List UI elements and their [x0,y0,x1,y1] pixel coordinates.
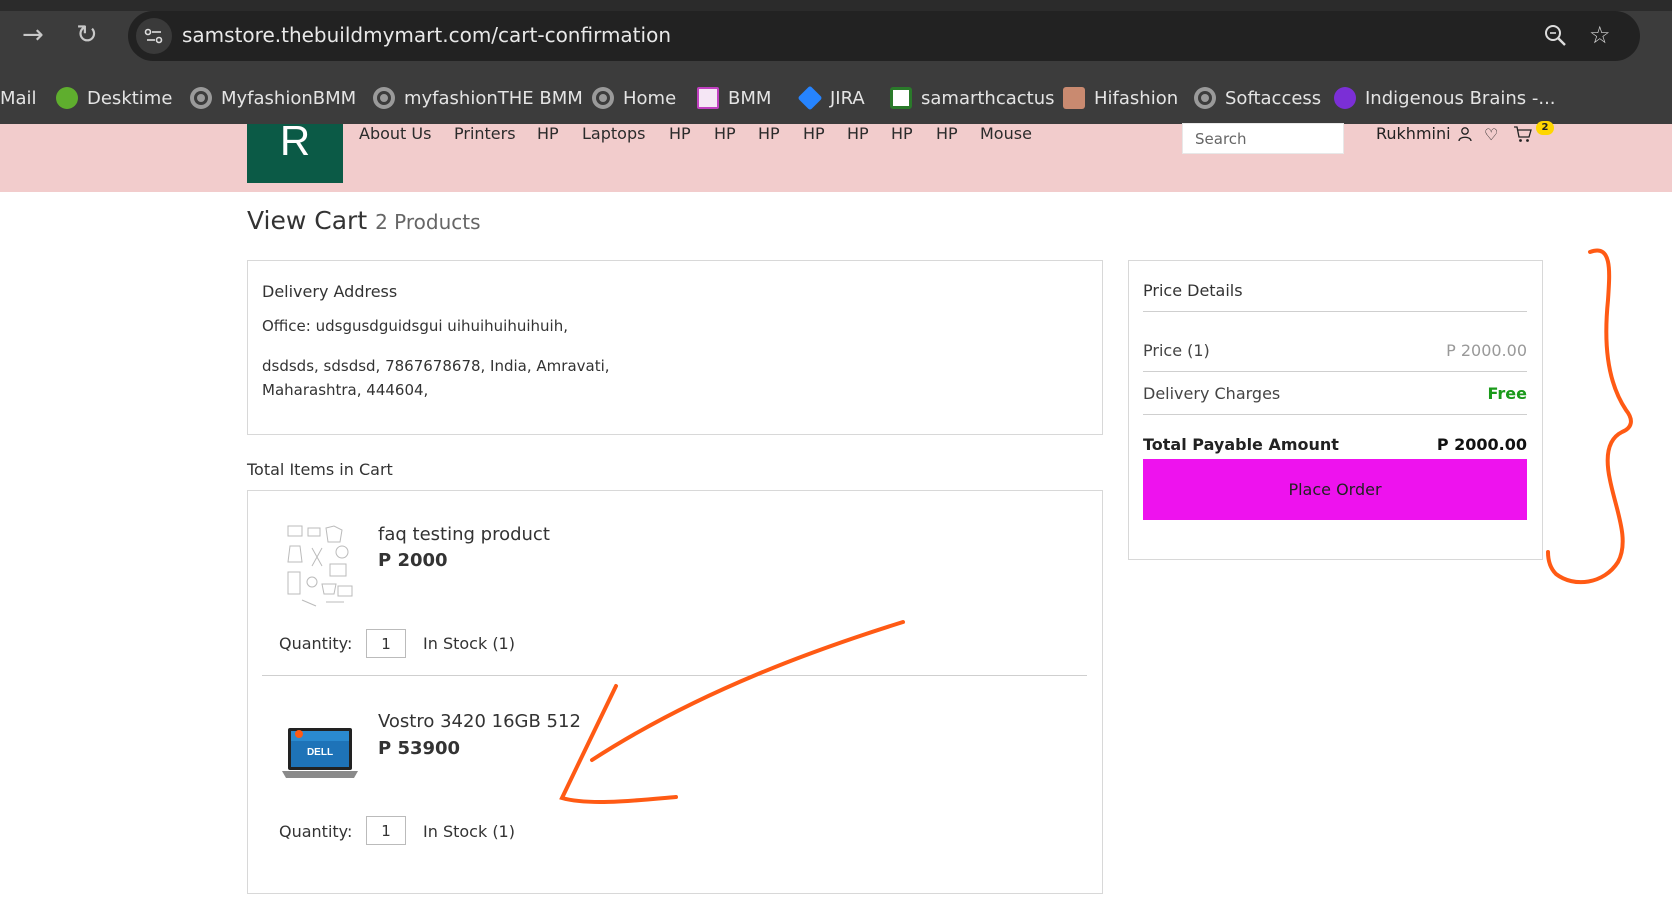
bookmark-label: MyfashionBMM [221,87,357,109]
view-cart-heading: View Cart [247,206,368,235]
globe-icon [190,87,212,109]
quantity-box [366,816,406,845]
bookmark-label: Mail [0,87,37,109]
cactus-icon [890,87,912,109]
nav-hp-4[interactable]: HP [758,124,780,143]
delivery-address-title: Delivery Address [262,282,398,301]
total-payable-value: P 2000.00 [1436,435,1527,454]
place-order-button[interactable]: Place Order [1143,459,1527,520]
bookmark-indigenous[interactable]: Indigenous Brains -... [1334,84,1556,112]
bookmark-label: Home [623,87,677,109]
bookmark-label: Desktime [87,87,173,109]
quantity-box [366,629,406,658]
product-name[interactable]: Vostro 3420 16GB 512 [378,711,581,732]
nav-hp-2[interactable]: HP [669,124,691,143]
bookmark-bmm[interactable]: BMM [697,84,771,112]
nav-hp-8[interactable]: HP [936,124,958,143]
item-divider [262,675,1087,676]
nav-hp-1[interactable]: HP [537,124,559,143]
bookmark-jira[interactable]: JIRA [797,84,865,112]
stock-status: In Stock (1) [423,822,515,841]
heart-icon[interactable]: ♡ [1484,125,1498,144]
bmm-icon [697,87,719,109]
quantity-input[interactable] [367,817,405,844]
url-text[interactable]: samstore.thebuildmymart.com/cart-confirm… [182,23,671,47]
jira-icon [797,85,823,111]
product-image-faq[interactable] [282,522,360,610]
bookmark-home[interactable]: Home [592,84,676,112]
bookmark-star-icon[interactable]: ☆ [1589,21,1611,49]
product-price: P 2000 [378,550,448,571]
hifashion-icon [1063,87,1085,109]
nav-hp-3[interactable]: HP [714,124,736,143]
nav-about-us[interactable]: About Us [359,124,431,143]
bookmark-label: Softaccess [1225,87,1322,109]
user-icon[interactable] [1457,126,1473,146]
bookmark-label: JIRA [830,87,865,109]
bookmark-label: myfashionTHE BMM [404,87,583,109]
bookmark-myfashionthebmm[interactable]: myfashionTHE BMM [373,84,583,112]
stock-status: In Stock (1) [423,634,515,653]
price-divider [1143,371,1527,372]
nav-laptops[interactable]: Laptops [582,124,645,143]
page-title: View Cart 2 Products [247,206,481,235]
annotation-brace [1546,248,1633,584]
quantity-label: Quantity: [279,634,353,653]
quantity-label: Quantity: [279,822,353,841]
bookmark-myfashionbmm[interactable]: MyfashionBMM [190,84,356,112]
indigenous-icon [1334,87,1356,109]
bookmark-softaccess[interactable]: Softaccess [1194,84,1321,112]
quantity-input[interactable] [367,630,405,657]
globe-icon [1194,87,1216,109]
nav-hp-5[interactable]: HP [803,124,825,143]
svg-text:DELL: DELL [307,747,333,758]
globe-icon [592,87,614,109]
bookmark-desktime[interactable]: Desktime [56,84,172,112]
total-payable-label: Total Payable Amount [1143,435,1339,454]
product-name[interactable]: faq testing product [378,524,550,545]
price-label: Price (1) [1143,341,1210,360]
nav-hp-7[interactable]: HP [891,124,913,143]
address-line-3: Maharashtra, 444604, [262,381,429,399]
forward-icon[interactable]: → [22,22,44,48]
total-items-label: Total Items in Cart [247,460,393,479]
delivery-charges-value: Free [1487,384,1528,403]
bookmark-hifashion[interactable]: Hifashion [1063,84,1178,112]
product-count: 2 Products [375,210,481,234]
nav-hp-6[interactable]: HP [847,124,869,143]
price-value: P 2000.00 [1446,341,1527,360]
bookmark-mail[interactable]: Mail [0,84,37,112]
cart-count-badge: 2 [1536,121,1554,135]
site-logo[interactable]: R [247,120,343,183]
globe-icon [373,87,395,109]
price-details-title: Price Details [1143,281,1243,300]
product-price: P 53900 [378,738,461,759]
price-divider [1143,311,1527,312]
zoom-icon[interactable] [1543,23,1567,51]
user-name[interactable]: Rukhmini [1376,124,1451,143]
address-line-1: Office: udsgusdguidsgui uihuihuihuihuih, [262,317,568,335]
bookmark-label: BMM [728,87,772,109]
logo-letter: R [279,117,311,164]
tab-strip [0,0,1672,11]
bookmark-label: Hifashion [1094,87,1179,109]
bookmarks-bar: Mail Desktime MyfashionBMM myfashionTHE … [0,72,1672,124]
reload-icon[interactable]: ↻ [76,22,98,48]
search-box [1182,123,1344,154]
address-bar[interactable]: samstore.thebuildmymart.com/cart-confirm… [128,11,1640,61]
price-divider [1143,414,1527,415]
product-image-vostro[interactable]: DELL [282,722,358,782]
cart-icon[interactable] [1513,126,1533,147]
search-input[interactable] [1183,124,1343,153]
browser-toolbar: → ↻ samstore.thebuildmymart.com/cart-con… [0,0,1672,72]
nav-mouse[interactable]: Mouse [980,124,1032,143]
bookmark-label: Indigenous Brains -... [1365,87,1556,109]
desktime-icon [56,87,78,109]
bookmark-label: samarthcactus [921,87,1055,109]
site-info-icon[interactable] [136,18,172,54]
address-line-2: dsdsds, sdsdsd, 7867678678, India, Amrav… [262,357,610,375]
nav-printers[interactable]: Printers [454,124,516,143]
bookmark-samarthcactus[interactable]: samarthcactus [890,84,1055,112]
delivery-charges-label: Delivery Charges [1143,384,1281,403]
